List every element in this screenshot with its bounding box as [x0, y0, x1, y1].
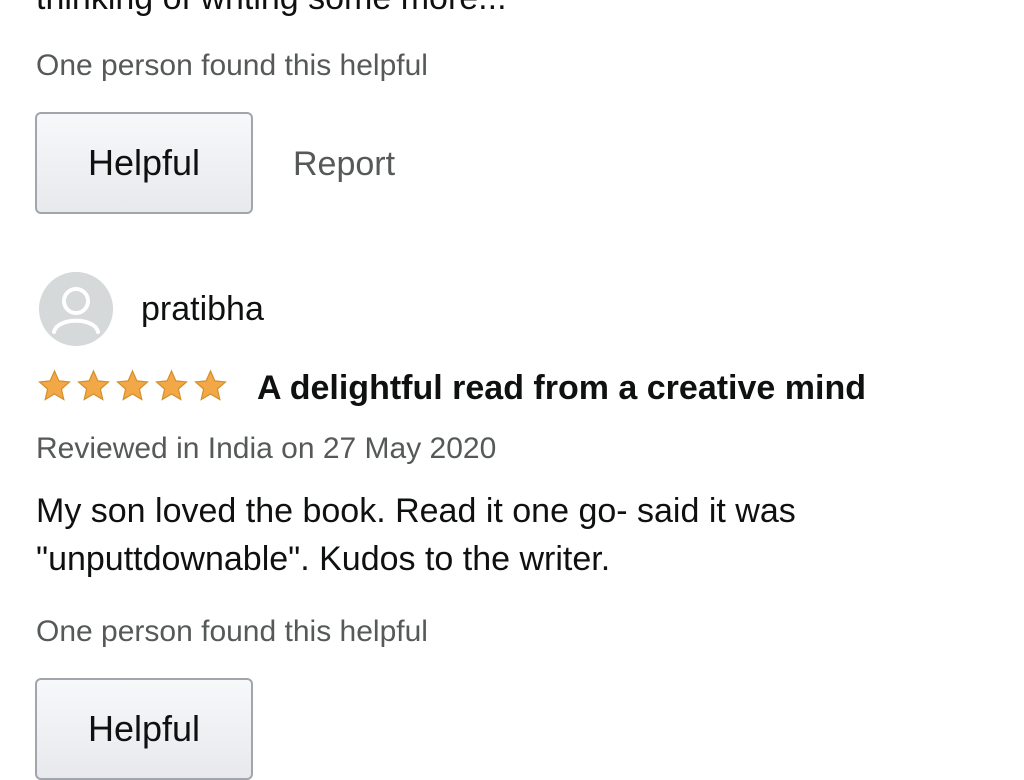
review-title[interactable]: A delightful read from a creative mind	[257, 368, 866, 408]
report-link[interactable]: Report	[293, 144, 395, 184]
review-date: Reviewed in India on 27 May 2020	[36, 432, 497, 465]
star-icon	[38, 369, 71, 401]
star-icon	[194, 369, 227, 401]
previous-helpful-button[interactable]: Helpful	[35, 112, 253, 214]
previous-helpful-count: One person found this helpful	[36, 49, 428, 82]
helpful-count: One person found this helpful	[36, 615, 428, 648]
review-body-line: "unputtdownable". Kudos to the writer.	[36, 540, 611, 578]
star-icon	[116, 369, 149, 401]
star-icon	[77, 369, 110, 401]
review-body: My son loved the book. Read it one go- s…	[36, 487, 986, 583]
helpful-button[interactable]: Helpful	[35, 678, 253, 780]
star-icon	[155, 369, 188, 401]
review-body-line: My son loved the book. Read it one go- s…	[36, 492, 796, 530]
reviewer-name[interactable]: pratibha	[141, 289, 264, 329]
avatar-icon	[39, 272, 113, 346]
previous-review-body: thinking of writing some more...	[36, 0, 507, 18]
star-rating	[35, 368, 230, 404]
